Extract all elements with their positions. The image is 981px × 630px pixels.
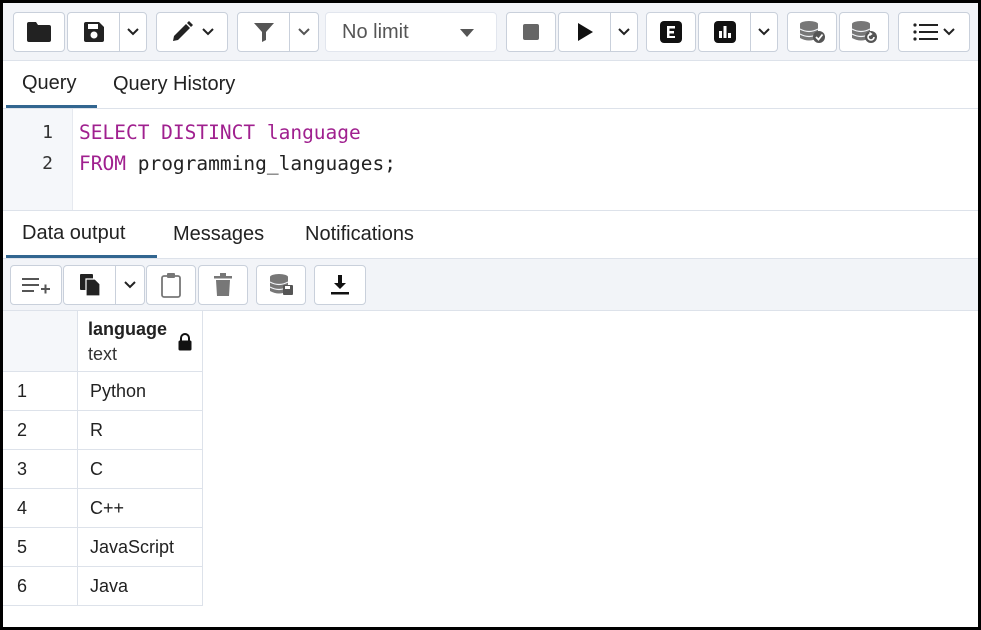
paste-button[interactable] xyxy=(146,265,196,305)
code-line[interactable]: SELECT DISTINCT language xyxy=(79,121,361,144)
save-file-button[interactable] xyxy=(67,12,147,52)
list-icon xyxy=(913,23,938,41)
column-type: text xyxy=(88,344,118,364)
tab-notifications[interactable]: Notifications xyxy=(289,211,430,258)
tab-data-output[interactable]: Data output xyxy=(6,211,157,258)
execute-button[interactable] xyxy=(558,12,638,52)
chevron-down-icon xyxy=(202,28,214,36)
database-check-icon xyxy=(799,21,825,43)
chevron-down-icon xyxy=(618,28,630,36)
sql-keyword: SELECT DISTINCT xyxy=(79,121,256,144)
rollback-button[interactable] xyxy=(839,12,889,52)
explain-analyze-button[interactable] xyxy=(698,12,778,52)
database-save-icon xyxy=(269,274,293,295)
copy-dropdown[interactable] xyxy=(115,266,144,304)
table-cell[interactable]: JavaScript xyxy=(78,528,203,567)
chevron-down-icon xyxy=(124,281,136,289)
row-limit-select[interactable]: No limit xyxy=(325,12,497,52)
edit-button[interactable] xyxy=(156,12,228,52)
line-gutter: 1 2 xyxy=(3,109,73,210)
tab-query-history[interactable]: Query History xyxy=(97,61,251,108)
table-cell[interactable]: C xyxy=(78,450,203,489)
table-cell[interactable]: Python xyxy=(78,372,203,411)
row-number[interactable]: 4 xyxy=(3,489,78,528)
row-number[interactable]: 5 xyxy=(3,528,78,567)
add-row-button[interactable] xyxy=(10,265,62,305)
stop-button[interactable] xyxy=(506,12,556,52)
filter-button[interactable] xyxy=(237,12,319,52)
copy-icon xyxy=(79,274,101,297)
folder-icon xyxy=(27,22,51,42)
table-cell[interactable]: R xyxy=(78,411,203,450)
stop-icon xyxy=(523,24,539,40)
save-icon xyxy=(83,22,104,42)
trash-icon xyxy=(214,273,232,296)
row-number[interactable]: 2 xyxy=(3,411,78,450)
filter-icon xyxy=(253,23,274,42)
lock-icon xyxy=(178,333,192,351)
sql-editor[interactable]: 1 2 SELECT DISTINCT language FROM progra… xyxy=(3,109,978,211)
clipboard-icon xyxy=(161,273,181,298)
output-tab-bar: Data output Messages Notifications xyxy=(3,211,978,259)
caret-down-icon xyxy=(460,29,474,37)
column-header-language[interactable]: language text xyxy=(78,311,203,372)
code-line[interactable]: FROM programming_languages; xyxy=(79,152,396,175)
download-button[interactable] xyxy=(314,265,366,305)
query-tool-window: No limit Query Query History 1 2 SELECT … xyxy=(0,0,981,630)
save-dropdown[interactable] xyxy=(119,13,146,51)
save-data-button[interactable] xyxy=(256,265,306,305)
filter-dropdown[interactable] xyxy=(289,13,318,51)
row-number[interactable]: 1 xyxy=(3,372,78,411)
table-cell[interactable]: Java xyxy=(78,567,203,606)
commit-button[interactable] xyxy=(787,12,837,52)
table-cell[interactable]: C++ xyxy=(78,489,203,528)
explain-dropdown[interactable] xyxy=(750,13,777,51)
column-name: language xyxy=(88,319,168,339)
editor-tab-bar: Query Query History xyxy=(3,61,978,109)
tab-messages[interactable]: Messages xyxy=(157,211,280,258)
explain-button[interactable] xyxy=(646,12,696,52)
play-icon xyxy=(577,23,593,41)
result-toolbar xyxy=(3,259,978,311)
explain-icon xyxy=(660,21,682,43)
chevron-down-icon xyxy=(298,28,310,36)
delete-button[interactable] xyxy=(198,265,248,305)
sql-text: language xyxy=(255,121,361,144)
line-number: 2 xyxy=(42,153,53,174)
download-icon xyxy=(331,275,349,295)
add-row-icon xyxy=(22,278,50,294)
chevron-down-icon xyxy=(943,28,955,36)
sql-text: programming_languages; xyxy=(125,152,396,175)
tab-query[interactable]: Query xyxy=(6,61,97,108)
pencil-icon xyxy=(173,21,193,41)
open-file-button[interactable] xyxy=(13,12,65,52)
database-rollback-icon xyxy=(851,21,877,43)
row-limit-value: No limit xyxy=(342,20,409,43)
query-toolbar: No limit xyxy=(3,3,978,61)
bar-chart-icon xyxy=(713,21,736,43)
row-number[interactable]: 3 xyxy=(3,450,78,489)
copy-button[interactable] xyxy=(63,265,145,305)
chevron-down-icon xyxy=(758,28,770,36)
chevron-down-icon xyxy=(127,28,139,36)
grid-corner xyxy=(3,311,78,372)
line-number: 1 xyxy=(42,122,53,143)
macros-button[interactable] xyxy=(898,12,970,52)
execute-dropdown[interactable] xyxy=(610,13,637,51)
row-number[interactable]: 6 xyxy=(3,567,78,606)
sql-keyword: FROM xyxy=(79,152,126,175)
